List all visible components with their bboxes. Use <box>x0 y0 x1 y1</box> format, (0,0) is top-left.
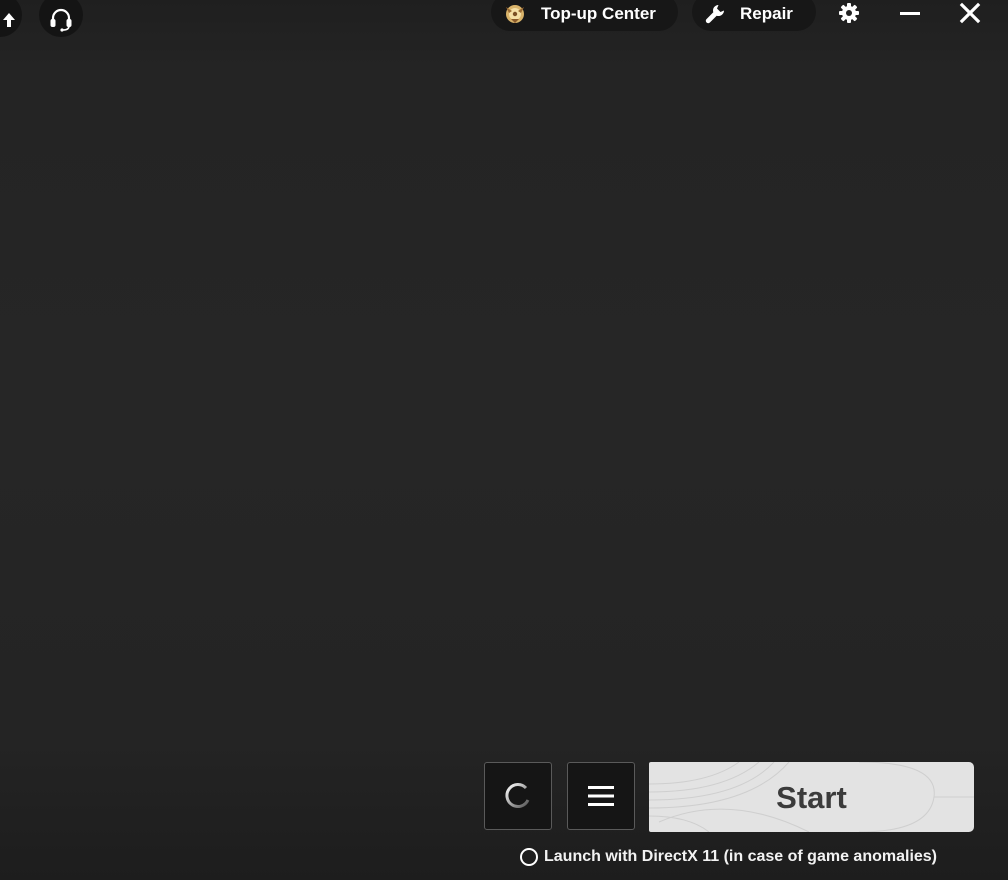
close-icon <box>959 2 981 24</box>
repair-label: Repair <box>740 4 793 23</box>
launcher-window: Top-up Center Repair Start Launch with D… <box>0 0 1008 880</box>
support-button[interactable] <box>39 0 83 37</box>
directx11-label: Launch with DirectX 11 (in case of game … <box>544 848 938 865</box>
back-button[interactable] <box>0 0 22 37</box>
close-button[interactable] <box>955 0 985 26</box>
start-label: Start <box>776 780 847 815</box>
wrench-icon <box>704 3 726 25</box>
repair-button[interactable]: Repair <box>692 0 816 31</box>
coin-emblem-icon <box>503 2 527 26</box>
arrow-up-icon <box>2 12 16 28</box>
minimize-button[interactable] <box>895 0 925 26</box>
topup-center-button[interactable]: Top-up Center <box>491 0 678 31</box>
settings-button[interactable] <box>834 0 864 26</box>
topup-center-label: Top-up Center <box>541 4 656 23</box>
headset-icon <box>48 6 74 32</box>
gear-icon <box>838 2 860 24</box>
hamburger-icon <box>588 784 614 808</box>
refresh-button[interactable] <box>484 762 552 830</box>
refresh-spinner-icon <box>504 782 532 810</box>
directx11-radio[interactable] <box>520 848 538 866</box>
start-button[interactable]: Start <box>649 762 974 832</box>
minimize-icon <box>899 2 921 24</box>
directx11-option[interactable]: Launch with DirectX 11 (in case of game … <box>520 845 937 869</box>
menu-button[interactable] <box>567 762 635 830</box>
